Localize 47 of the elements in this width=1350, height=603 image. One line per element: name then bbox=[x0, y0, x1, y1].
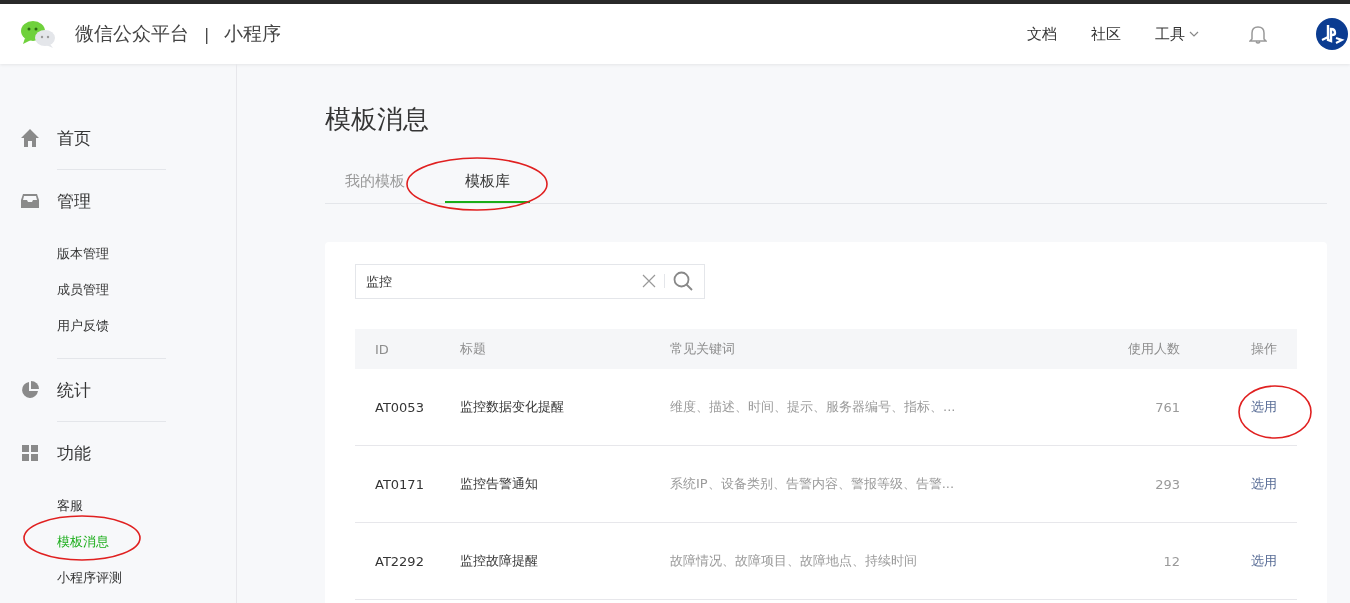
bell-icon[interactable] bbox=[1249, 24, 1267, 44]
column-header: ID bbox=[374, 341, 390, 357]
nav-link[interactable]: 文档 bbox=[1027, 24, 1057, 44]
sidebar-item[interactable]: 成员管理 bbox=[57, 278, 236, 314]
sidebar-item[interactable]: 版本管理 bbox=[57, 242, 236, 278]
table-cell-text: 系统IP、设备类别、告警内容、警报等级、告警... bbox=[670, 475, 956, 493]
sidebar-item[interactable]: 用户反馈 bbox=[57, 314, 236, 350]
sidebar-item[interactable]: 客服 bbox=[57, 494, 236, 530]
clear-icon[interactable] bbox=[642, 274, 656, 288]
chat-bubbles-logo bbox=[20, 20, 56, 48]
sidebar-section[interactable]: 首页 bbox=[0, 123, 236, 153]
select-link[interactable]: 选用 bbox=[1251, 553, 1277, 568]
pie-chart-icon bbox=[20, 380, 40, 400]
nav-link[interactable]: 社区 bbox=[1091, 24, 1121, 44]
table-cell-text: 监控告警通知 bbox=[460, 475, 539, 493]
column-header: 标题 bbox=[460, 340, 487, 358]
table-cell-text: AT0053 bbox=[374, 399, 425, 415]
select-link[interactable]: 选用 bbox=[1251, 399, 1277, 414]
brand-name: 微信公众平台 bbox=[75, 21, 189, 46]
brand-separator: | bbox=[204, 24, 210, 44]
select-link[interactable]: 选用 bbox=[1251, 476, 1277, 491]
sidebar-item[interactable]: 小程序评测 bbox=[57, 566, 236, 602]
table-cell-text: 293 bbox=[1154, 476, 1180, 492]
avatar[interactable] bbox=[1316, 18, 1348, 50]
sidebar-section[interactable]: 功能 bbox=[0, 438, 236, 468]
table-cell-text: 维度、描述、时间、提示、服务器编号、指标、... bbox=[670, 398, 957, 416]
sidebar-section[interactable]: 管理 bbox=[0, 186, 236, 216]
column-header: 常见关键词 bbox=[670, 340, 736, 358]
table-cell-text: 故障情况、故障项目、故障地点、持续时间 bbox=[670, 552, 918, 570]
sidebar-section[interactable]: 统计 bbox=[0, 375, 236, 405]
tools-menu[interactable]: 工具 bbox=[1155, 24, 1199, 44]
column-header: 使用人数 bbox=[1127, 340, 1180, 358]
tray-icon bbox=[20, 191, 40, 211]
table-cell-text: 12 bbox=[1162, 553, 1180, 569]
grid-icon bbox=[20, 443, 40, 463]
column-header: 操作 bbox=[1250, 340, 1278, 358]
search-icon[interactable] bbox=[673, 271, 693, 291]
table-cell-text: 监控故障提醒 bbox=[460, 552, 539, 570]
page-title: 模板消息 bbox=[325, 103, 430, 136]
chevron-down-icon bbox=[1189, 31, 1199, 37]
product-name: 小程序 bbox=[224, 21, 282, 46]
table-cell-text: 761 bbox=[1154, 399, 1180, 415]
table-cell-text: 监控数据变化提醒 bbox=[460, 398, 565, 416]
table-cell-text: AT0171 bbox=[374, 476, 425, 492]
search-field[interactable]: 监控 bbox=[355, 264, 705, 299]
table-cell-text: AT2292 bbox=[374, 553, 425, 569]
home-icon bbox=[20, 128, 40, 148]
